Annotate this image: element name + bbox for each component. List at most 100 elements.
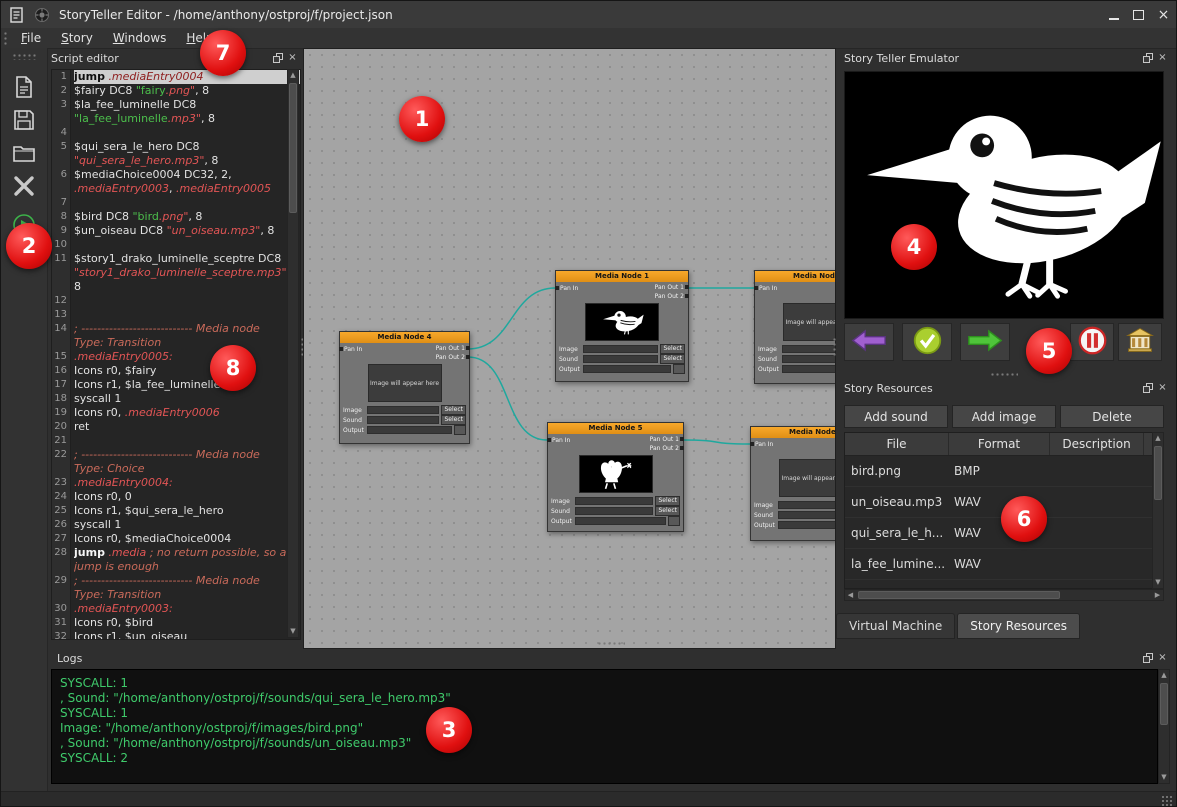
code-line	[74, 308, 300, 322]
script-editor[interactable]: 1234567891011121314151617181920212223242…	[51, 69, 301, 640]
node-thumbnail	[585, 303, 659, 341]
select-sound-button[interactable]: Select	[655, 506, 680, 516]
port-out2-socket[interactable]	[466, 355, 470, 359]
open-folder-button[interactable]	[8, 138, 40, 168]
output-label: Output	[343, 427, 365, 434]
media-node[interactable]: Media Node 3Pan InPan Out 1Pan Out 2Imag…	[750, 426, 836, 541]
close-project-button[interactable]	[8, 171, 40, 201]
app-window: StoryTeller Editor - /home/anthony/ostpr…	[0, 0, 1177, 807]
line-number: 20	[52, 420, 70, 434]
node-title[interactable]: Media Node 5	[548, 423, 683, 434]
home-button[interactable]	[1118, 323, 1162, 361]
select-sound-button[interactable]: Select	[660, 354, 685, 364]
back-button[interactable]	[844, 323, 894, 361]
save-button[interactable]	[8, 105, 40, 135]
float-icon[interactable]	[1141, 382, 1154, 394]
port-out2-socket[interactable]	[685, 294, 689, 298]
media-node[interactable]: Media Node 5Pan InPan Out 1Pan Out 2Imag…	[547, 422, 684, 532]
select-sound-button[interactable]: Select	[441, 415, 466, 425]
port-in-socket[interactable]	[754, 286, 758, 290]
add-sound-button[interactable]: Add sound	[844, 405, 948, 428]
node-title[interactable]: Media Node 4	[340, 332, 469, 343]
line-number: 11	[52, 252, 70, 266]
node-title[interactable]: Media Node 3	[751, 427, 836, 438]
float-icon[interactable]	[1141, 652, 1154, 664]
float-icon[interactable]	[271, 52, 284, 64]
logs-scrollbar[interactable]: ▲ ▼	[1158, 669, 1170, 784]
line-number: 28	[52, 546, 70, 560]
float-icon[interactable]	[1141, 52, 1154, 64]
node-title[interactable]: Media Node 1	[556, 271, 688, 282]
menu-story[interactable]: Story	[51, 30, 103, 46]
media-node[interactable]: Media Node 2Pan InPan Out 1Pan Out 2Imag…	[754, 270, 836, 384]
column-header-format[interactable]: Format	[949, 433, 1050, 455]
pause-button[interactable]	[1070, 323, 1114, 361]
toolbar-grip[interactable]	[12, 53, 36, 60]
line-number	[52, 154, 70, 168]
logs-console[interactable]: SYSCALL: 1, Sound: "/home/anthony/ostpro…	[51, 669, 1158, 784]
menubar-grip[interactable]	[3, 31, 9, 45]
node-canvas[interactable]: Media Node 4Pan InPan Out 1Pan Out 2Imag…	[303, 48, 836, 649]
sound-label: Sound	[754, 512, 776, 519]
output-value	[583, 365, 671, 373]
minimize-button[interactable]	[1101, 1, 1126, 28]
resize-grip[interactable]	[1161, 795, 1173, 807]
splitter-bottom[interactable]	[597, 641, 625, 646]
output-spinner[interactable]	[673, 364, 685, 374]
column-header-description[interactable]: Description	[1050, 433, 1144, 455]
port-out1-socket[interactable]	[685, 285, 689, 289]
code-line: "qui_sera_le_hero.mp3", 8	[74, 154, 300, 168]
resource-row[interactable]: la_fee_lumine...WAV	[845, 549, 1163, 580]
image-value	[782, 345, 836, 353]
add-image-button[interactable]: Add image	[952, 405, 1056, 428]
splitter-right[interactable]	[832, 337, 836, 357]
resource-row[interactable]: bird.pngBMP	[845, 456, 1163, 487]
editor-scrollbar[interactable]: ▲ ▼	[287, 69, 299, 638]
dock-title-label: Story Teller Emulator	[844, 52, 959, 65]
splitter-emulator[interactable]	[990, 372, 1018, 377]
close-icon[interactable]: ×	[1156, 382, 1169, 394]
media-node[interactable]: Media Node 1Pan InPan Out 1Pan Out 2Imag…	[555, 270, 689, 382]
title-bar[interactable]: StoryTeller Editor - /home/anthony/ostpr…	[1, 1, 1176, 29]
column-header-file[interactable]: File	[845, 433, 949, 455]
next-button[interactable]	[960, 323, 1010, 361]
close-icon[interactable]: ×	[1156, 652, 1169, 664]
port-in-socket[interactable]	[339, 347, 343, 351]
port-in-socket[interactable]	[555, 286, 559, 290]
port-out2-label: Pan Out 2	[436, 354, 465, 361]
menu-windows[interactable]: Windows	[103, 30, 177, 46]
close-icon[interactable]: ×	[1156, 52, 1169, 64]
tab-virtual-machine[interactable]: Virtual Machine	[836, 613, 955, 639]
output-spinner[interactable]	[454, 425, 466, 435]
sound-value	[778, 511, 836, 519]
node-title[interactable]: Media Node 2	[755, 271, 836, 282]
code-area[interactable]: jump .mediaEntry0004$fairy DC8 "fairy.pn…	[71, 70, 300, 639]
select-image-button[interactable]: Select	[655, 496, 680, 506]
new-script-button[interactable]	[8, 72, 40, 102]
resource-row[interactable]: fairy.pngBMP	[845, 580, 1163, 589]
tab-story-resources[interactable]: Story Resources	[957, 613, 1080, 639]
port-in-socket[interactable]	[750, 442, 754, 446]
close-button[interactable]: ×	[1151, 1, 1176, 28]
select-image-button[interactable]: Select	[660, 344, 685, 354]
ok-button[interactable]	[902, 323, 952, 361]
line-number: 9	[52, 224, 70, 238]
port-out1-socket[interactable]	[466, 346, 470, 350]
annotation-badge-2: 2	[6, 223, 52, 269]
port-out1-socket[interactable]	[680, 437, 684, 441]
close-icon[interactable]: ×	[286, 52, 299, 64]
select-image-button[interactable]: Select	[441, 405, 466, 415]
port-in-label: Pan In	[759, 285, 777, 292]
menu-file[interactable]: File	[11, 30, 51, 46]
table-vscrollbar[interactable]: ▲ ▼	[1152, 432, 1164, 589]
delete-button[interactable]: Delete	[1060, 405, 1164, 428]
port-in-socket[interactable]	[547, 438, 551, 442]
media-node[interactable]: Media Node 4Pan InPan Out 1Pan Out 2Imag…	[339, 331, 470, 444]
output-label: Output	[754, 522, 776, 529]
left-toolbar	[1, 48, 48, 791]
maximize-button[interactable]	[1126, 1, 1151, 28]
port-out2-socket[interactable]	[680, 446, 684, 450]
table-hscrollbar[interactable]: ◀ ▶	[844, 589, 1164, 601]
output-spinner[interactable]	[668, 516, 680, 526]
output-label: Output	[758, 366, 780, 373]
